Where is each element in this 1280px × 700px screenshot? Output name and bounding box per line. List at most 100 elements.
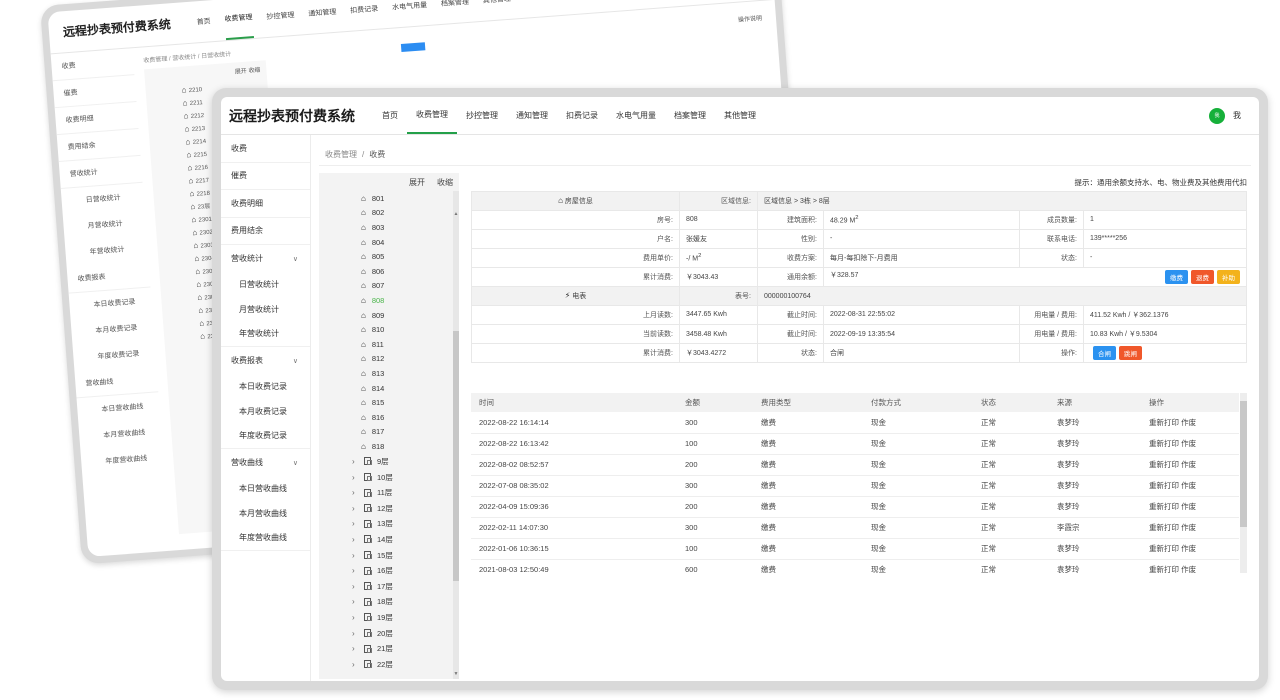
tree-room-node[interactable]: ⌂ 818 [319,439,459,454]
tree-room-node[interactable]: ⌂ 808 [319,293,459,308]
chevron-right-icon[interactable]: › [352,629,358,638]
tree-expand-button[interactable]: 展开 [409,177,425,188]
nav-item[interactable]: 通知管理 [507,97,557,134]
tree-scroll-thumb[interactable] [453,331,459,581]
sidebar-subitem[interactable]: 年营收统计 [221,322,310,347]
tree-floor-node[interactable]: › 17层 [319,578,459,594]
tree-floor-node[interactable]: › 12层 [319,500,459,516]
scroll-up-arrow-icon[interactable]: ▲ [453,211,459,217]
tree-floor-node[interactable]: › 16层 [319,563,459,579]
tree-collapse-button[interactable]: 收缩 [437,177,453,188]
tree-room-node[interactable]: ⌂ 817 [319,425,459,440]
tree-room-node[interactable]: ⌂ 805 [319,249,459,264]
sidebar-group-header[interactable]: 营收统计 ∨ [221,245,310,273]
chevron-right-icon[interactable]: › [352,473,358,482]
table-cell[interactable]: 重新打印 作废 [1141,496,1239,518]
nav-item[interactable]: 首页 [373,97,407,134]
chevron-right-icon[interactable]: › [352,488,358,497]
sidebar-subitem[interactable]: 本日营收曲线 [221,477,310,502]
tree-room-node[interactable]: ⌂ 801 [319,191,459,206]
tree-room-node[interactable]: ⌂ 807 [319,279,459,294]
chevron-right-icon[interactable]: › [352,660,358,669]
tree-room-node[interactable]: ⌂ 811 [319,337,459,352]
pay-button[interactable]: 缴费 [1165,270,1188,285]
table-row: 2022-08-02 08:52:57 200 缴费 现金 正常 袁梦玲 重新打印 作废 [471,454,1239,476]
tree-scrollbar[interactable]: ▲ ▼ [453,191,459,679]
sidebar-subitem[interactable]: 本月收费记录 [221,399,310,424]
chevron-right-icon[interactable]: › [352,566,358,575]
tree-floor-node[interactable]: › 21层 [319,641,459,657]
refund-button[interactable]: 退费 [1191,270,1214,285]
chevron-right-icon[interactable]: › [352,535,358,544]
chevron-right-icon[interactable]: › [352,519,358,528]
user-menu[interactable]: 我 我 [1209,107,1241,124]
close-switch-button[interactable]: 合闸 [1093,346,1116,361]
nav-item[interactable]: 扣费记录 [557,97,607,134]
user-name[interactable]: 我 [1233,110,1241,121]
breadcrumb-root[interactable]: 收费管理 [325,150,357,159]
records-scroll-thumb[interactable] [1240,401,1247,527]
records-scrollbar[interactable] [1240,393,1247,573]
nav-item[interactable]: 收费管理 [407,97,457,134]
sidebar-subitem[interactable]: 年度营收曲线 [221,526,310,551]
sidebar: 收费 催费 收费明细 费用结余 营收统计 ∨ 日营收统计 月营收统计 年营收统计 收费报表 ∨ 本日收… [221,135,311,681]
chevron-right-icon[interactable]: › [352,597,358,606]
table-cell[interactable]: 重新打印 作废 [1141,517,1239,539]
supplement-button[interactable]: 补助 [1217,270,1240,285]
tree-floor-node[interactable]: › 19层 [319,610,459,626]
table-cell[interactable]: 重新打印 作废 [1141,559,1239,573]
nav-item[interactable]: 水电气用量 [607,97,665,134]
tree-room-node[interactable]: ⌂ 814 [319,381,459,396]
sidebar-item[interactable]: 收费 [221,135,310,163]
sidebar-item[interactable]: 催费 [221,163,310,190]
trip-switch-button[interactable]: 跳闸 [1119,346,1142,361]
sidebar-item[interactable]: 收费明细 [221,190,310,218]
tree-room-node[interactable]: ⌂ 802 [319,206,459,221]
status-label: 状态: [1019,247,1084,269]
nav-item[interactable]: 其他管理 [715,97,765,134]
sidebar-subitem[interactable]: 月营收统计 [221,297,310,322]
tree-floor-node[interactable]: › 15层 [319,547,459,563]
sidebar-subitem[interactable]: 本日收费记录 [221,375,310,400]
nav-item[interactable]: 抄控管理 [457,97,507,134]
tree-floor-node[interactable]: › 22层 [319,656,459,672]
tree-floor-node[interactable]: › 11层 [319,485,459,501]
chevron-right-icon[interactable]: › [352,582,358,591]
tree-room-node[interactable]: ⌂ 812 [319,352,459,367]
tree-room-node[interactable]: ⌂ 815 [319,395,459,410]
sidebar-group-header[interactable]: 营收曲线 ∨ [221,449,310,477]
chevron-right-icon[interactable]: › [352,551,358,560]
sidebar-subitem[interactable]: 日营收统计 [221,273,310,298]
sidebar-subitem[interactable]: 本月营收曲线 [221,501,310,526]
tree-floor-node[interactable]: › 14层 [319,532,459,548]
tree-room-node[interactable]: ⌂ 813 [319,366,459,381]
tree-room-node[interactable]: ⌂ 809 [319,308,459,323]
sidebar-subitem[interactable]: 年度收费记录 [221,424,310,449]
nav-item[interactable]: 档案管理 [665,97,715,134]
tree-floor-node[interactable]: › 18层 [319,594,459,610]
meter-section-header: ⚡ 电表 表号: 000000100764 [471,286,1247,306]
tree-floor-node[interactable]: › 10层 [319,469,459,485]
tree-room-node[interactable]: ⌂ 803 [319,220,459,235]
table-cell[interactable]: 重新打印 作废 [1141,412,1239,434]
tree-room-node[interactable]: ⌂ 816 [319,410,459,425]
sidebar-group-header[interactable]: 收费报表 ∨ [221,347,310,375]
sidebar-item[interactable]: 费用结余 [221,218,310,245]
tree-room-node[interactable]: ⌂ 804 [319,235,459,250]
tree-floor-node[interactable]: › 20层 [319,625,459,641]
table-cell[interactable]: 重新打印 作废 [1141,475,1239,497]
chevron-right-icon[interactable]: › [352,457,358,466]
user-avatar[interactable]: 我 [1209,107,1225,124]
table-cell[interactable]: 重新打印 作废 [1141,538,1239,560]
scroll-down-arrow-icon[interactable]: ▼ [453,671,459,677]
chevron-right-icon[interactable]: › [352,504,358,513]
tree-floor-node[interactable]: › 13层 [319,516,459,532]
table-cell[interactable]: 重新打印 作废 [1141,454,1239,476]
hint-text: 提示：通用余额支持水、电、物业费及其他费用代扣 [1074,178,1248,187]
tree-floor-node[interactable]: › 9层 [319,454,459,470]
tree-room-node[interactable]: ⌂ 806 [319,264,459,279]
chevron-right-icon[interactable]: › [352,644,358,653]
table-cell[interactable]: 重新打印 作废 [1141,433,1239,455]
chevron-right-icon[interactable]: › [352,613,358,622]
tree-room-node[interactable]: ⌂ 810 [319,322,459,337]
